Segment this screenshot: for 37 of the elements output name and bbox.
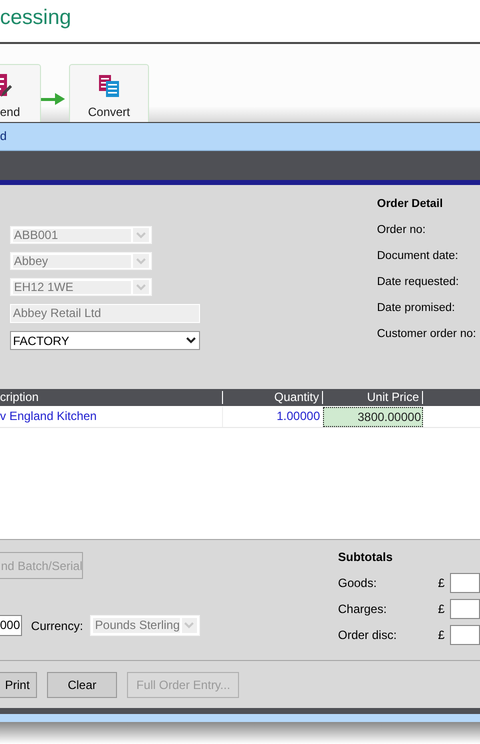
process-step-button[interactable]: Convert <box>69 64 149 122</box>
chevron-down-icon <box>136 232 146 238</box>
chevron-down-icon <box>186 337 196 344</box>
input-field[interactable] <box>450 573 480 593</box>
currency-symbol: £ <box>438 576 446 590</box>
documents-icon <box>98 74 120 98</box>
input-field[interactable] <box>450 599 480 619</box>
field-label: Customer order no: <box>377 328 476 340</box>
field-label: Order no: <box>377 224 426 236</box>
column-header[interactable]: Unit Price <box>323 391 423 404</box>
input-field[interactable]: 000 <box>0 615 22 636</box>
action-button[interactable]: Print <box>0 672 37 698</box>
page-title: cessing <box>0 5 72 31</box>
field-label: Date promised: <box>377 302 455 314</box>
field-label: Date requested: <box>377 276 459 288</box>
action-button[interactable]: Clear <box>46 672 118 698</box>
currency-symbol: £ <box>438 628 446 642</box>
field-label: Document date: <box>377 250 458 262</box>
dropdown[interactable]: FACTORY <box>10 331 200 350</box>
chevron-down-icon <box>184 622 194 629</box>
field-label: Order disc: <box>338 628 398 642</box>
section-heading: Order Detail <box>377 198 443 210</box>
dialog-title: d <box>0 129 7 143</box>
column-header[interactable]: Quantity <box>223 391 323 404</box>
section-heading: Subtotals <box>338 550 393 564</box>
input-field[interactable] <box>450 625 480 645</box>
table-cell: v England Kitchen <box>0 407 223 427</box>
process-step-button[interactable]: end <box>0 64 41 122</box>
chevron-down-icon <box>136 284 146 290</box>
currency-symbol: £ <box>438 602 446 616</box>
field-label: Goods: <box>338 576 378 590</box>
field-label: Charges: <box>338 602 388 616</box>
table-cell-text: 1.00000 <box>276 408 321 425</box>
chevron-down-icon <box>136 258 146 264</box>
column-header[interactable]: cription <box>0 391 223 404</box>
table-cell[interactable]: 3800.00000 <box>323 407 423 427</box>
field-label: Currency: <box>31 618 84 632</box>
